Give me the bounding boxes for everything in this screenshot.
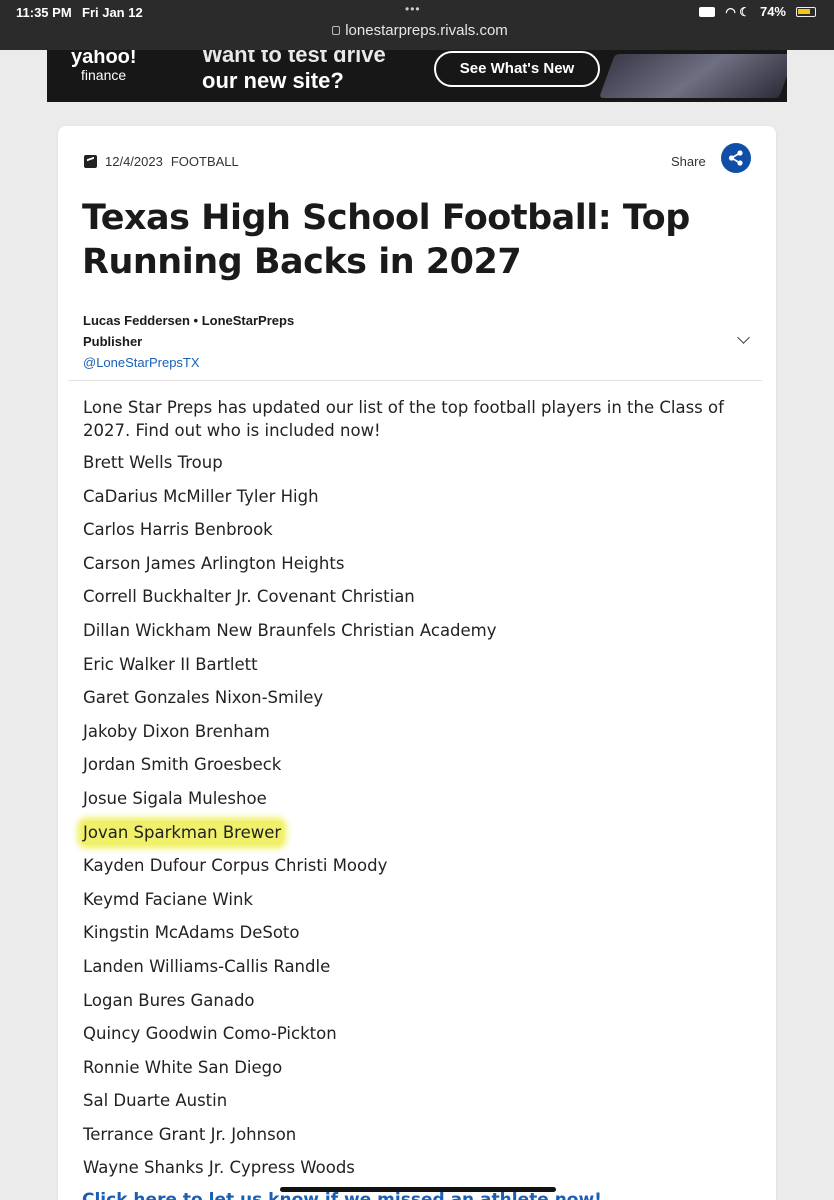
list-item: Kayden Dufour Corpus Christi Moody [83,854,743,888]
battery-icon [796,6,816,17]
list-item: Jovan Sparkman Brewer [81,820,743,855]
player-list: Brett Wells Troup CaDarius McMiller Tyler… [81,451,743,1190]
article-card: 12/4/2023 FOOTBALL Share Texas High Scho… [58,126,776,1200]
list-item: Dillan Wickham New Braunfels Christian A… [83,619,743,653]
player-name: Sal Duarte Austin [83,1091,228,1111]
article-date: 12/4/2023 [105,154,163,169]
list-item: Eric Walker II Bartlett [83,653,743,687]
article-type-icon [84,155,97,168]
player-name: Logan Bures Ganado [83,990,255,1010]
player-name: Kayden Dufour Corpus Christi Moody [83,856,388,876]
author-name[interactable]: Lucas Feddersen • LoneStarPreps [83,310,294,331]
list-item: Wayne Shanks Jr. Cypress Woods [83,1156,743,1190]
multitask-dots-icon[interactable]: ••• [405,2,421,16]
status-date: Fri Jan 12 [82,5,143,20]
author-role: Publisher [83,334,143,349]
status-time: 11:35 PM [16,5,72,20]
list-item: Carson James Arlington Heights [83,552,743,586]
player-name: Josue Sigala Muleshoe [83,788,267,808]
player-name: Quincy Goodwin Como-Pickton [83,1024,337,1044]
share-label: Share [671,154,706,169]
list-item: Logan Bures Ganado [83,989,743,1023]
ad-banner[interactable]: yahoo! finance Want to test drive our ne… [47,50,787,102]
battery-percent: 74% [759,4,786,19]
list-item: Landen Williams-Callis Randle [83,955,743,989]
list-item: Terrance Grant Jr. Johnson [83,1123,743,1157]
article-intro: Lone Star Preps has updated our list of … [83,398,724,440]
player-name: Garet Gonzales Nixon-Smiley [83,688,324,708]
list-item: Ronnie White San Diego [83,1056,743,1090]
ad-headline-line1: Want to test drive [202,50,386,67]
yahoo-finance-logo: yahoo! finance [71,50,137,84]
lock-icon [332,26,341,35]
article-title: Texas High School Football: Top Running … [82,198,690,282]
player-name: Jordan Smith Groesbeck [83,755,282,775]
player-name: Terrance Grant Jr. Johnson [83,1124,297,1144]
player-name: Carson James Arlington Heights [83,553,345,573]
player-name: Jovan Sparkman Brewer [81,820,284,845]
list-item: Garet Gonzales Nixon-Smiley [83,686,743,720]
player-name: CaDarius McMiller Tyler High [83,486,319,506]
share-button[interactable] [721,143,751,173]
list-item: Kingstin McAdams DeSoto [83,921,743,955]
player-name: Eric Walker II Bartlett [83,654,258,674]
list-item: Brett Wells Troup [83,451,743,485]
list-item: Josue Sigala Muleshoe [83,787,743,821]
divider [68,380,762,381]
ad-headline-line2: our new site? [202,68,344,93]
player-name: Carlos Harris Benbrook [83,520,273,540]
ad-device-image [598,54,787,98]
player-name: Dillan Wickham New Braunfels Christian A… [83,620,497,640]
article-meta: 12/4/2023 FOOTBALL [84,154,239,169]
list-item: Jordan Smith Groesbeck [83,753,743,787]
list-item: Jakoby Dixon Brenham [83,720,743,754]
player-name: Kingstin McAdams DeSoto [83,923,300,943]
ad-logo-line2: finance [81,67,127,83]
chevron-down-icon[interactable] [737,331,750,344]
share-icon [728,150,743,166]
camera-indicator-icon [699,6,716,17]
list-item: Carlos Harris Benbrook [83,518,743,552]
author-block: Lucas Feddersen • LoneStarPreps Publishe… [83,310,294,373]
wifi-icon: ◠ ☾ [725,4,750,19]
player-name: Correll Buckhalter Jr. Covenant Christia… [83,587,415,607]
player-name: Brett Wells Troup [83,453,223,472]
player-name: Keymd Faciane Wink [83,889,253,909]
author-handle[interactable]: @LoneStarPrepsTX [83,352,294,373]
list-item: Correll Buckhalter Jr. Covenant Christia… [83,585,743,619]
ad-headline: Want to test drive our new site? [202,50,386,94]
player-name: Landen Williams-Callis Randle [83,956,331,976]
list-item: CaDarius McMiller Tyler High [83,485,743,519]
player-name: Ronnie White San Diego [83,1057,283,1077]
status-indicators: ◠ ☾ 74% [699,4,816,19]
player-name: Wayne Shanks Jr. Cypress Woods [83,1158,355,1178]
address-bar[interactable]: lonestarpreps.rivals.com [320,22,520,39]
address-url: lonestarpreps.rivals.com [345,22,508,39]
status-bar: 11:35 PM Fri Jan 12 ••• lonestarpreps.ri… [0,0,834,50]
article-category[interactable]: FOOTBALL [171,154,239,169]
player-name: Jakoby Dixon Brenham [83,721,270,741]
ad-cta-button[interactable]: See What's New [434,51,600,87]
home-indicator[interactable] [280,1187,556,1192]
list-item: Quincy Goodwin Como-Pickton [83,1022,743,1056]
list-item: Sal Duarte Austin [83,1089,743,1123]
list-item: Keymd Faciane Wink [83,888,743,922]
